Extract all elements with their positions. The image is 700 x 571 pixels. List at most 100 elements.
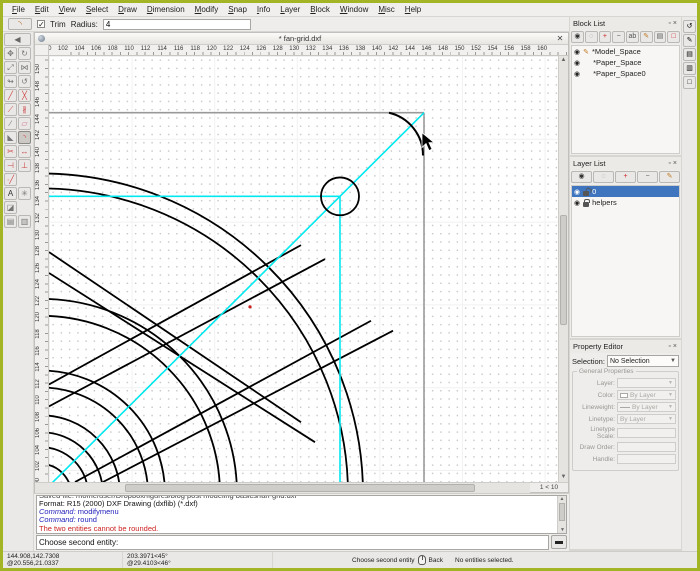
menu-block[interactable]: Block [305, 5, 335, 14]
add-block-icon[interactable]: + [599, 31, 612, 43]
tool-lengthen-icon[interactable]: ⟋ [4, 103, 17, 116]
block-name: *Model_Space [592, 47, 641, 56]
dock-toggle-edit-button[interactable]: ✎ [683, 34, 696, 47]
tool-move-rotate-icon[interactable]: ↬ [4, 75, 17, 88]
vruler-tick: 144 [35, 111, 41, 127]
menu-info[interactable]: Info [252, 5, 275, 14]
menu-snap[interactable]: Snap [223, 5, 252, 14]
layer-list-item[interactable]: ◉helpers [572, 197, 679, 208]
tool-edit-text-icon[interactable]: A [4, 187, 17, 200]
tool-rotate-icon[interactable]: ↻ [18, 47, 31, 60]
tool-scale-icon[interactable]: ⤢ [4, 61, 17, 74]
tool-bevel-icon[interactable]: ◣ [4, 131, 17, 144]
rename-block-icon[interactable]: ab [626, 31, 639, 43]
drawing-canvas[interactable] [49, 56, 558, 482]
remove-block-icon[interactable]: − [612, 31, 625, 43]
vertical-scrollbar[interactable]: ▲ ▼ [558, 56, 568, 482]
horizontal-scrollbar[interactable] [35, 483, 530, 493]
remove-layer-icon[interactable]: − [637, 171, 658, 183]
tool-offset-rect-icon[interactable]: ▱ [18, 117, 31, 130]
menu-help[interactable]: Help [400, 5, 426, 14]
eye-icon[interactable]: ◉ [574, 59, 580, 67]
hruler-tick: 116 [171, 46, 187, 52]
tool-mirror-icon[interactable]: ⋈ [18, 61, 31, 74]
tool-break-icon[interactable]: ∙╱ [4, 173, 17, 186]
tool-trim-icon[interactable]: ╱ [4, 89, 17, 102]
tool-explode-icon[interactable]: ✳ [18, 187, 31, 200]
edit-layer-icon[interactable]: ✎ [659, 171, 680, 183]
edit-block-icon[interactable]: ✎ [640, 31, 653, 43]
horizontal-scrollbar-thumb[interactable] [125, 484, 475, 492]
menu-window[interactable]: Window [335, 5, 373, 14]
menu-layer[interactable]: Layer [275, 5, 305, 14]
fillet-tool-button[interactable]: ◝ [8, 18, 32, 30]
tool-trim-amount-icon[interactable]: ∦ [18, 103, 31, 116]
keyboard-mode-button[interactable] [551, 535, 567, 549]
tool-order-bottom-icon[interactable]: ▥ [18, 215, 31, 228]
tool-order-top-icon[interactable]: ▤ [4, 215, 17, 228]
selection-combobox[interactable]: No Selection▼ [607, 355, 679, 367]
tool-offset-icon[interactable]: ∕ [4, 117, 17, 130]
tool-rotate-two-icon[interactable]: ↺ [18, 75, 31, 88]
close-panel-icon[interactable]: × [672, 160, 678, 167]
tool-stretch-icon[interactable]: ↔ [18, 145, 31, 158]
lock-icon[interactable] [583, 202, 589, 207]
tool-trim-two-icon[interactable]: ╳ [18, 89, 31, 102]
add-layer-icon[interactable]: + [615, 171, 636, 183]
close-panel-icon[interactable]: × [672, 343, 678, 350]
show-all-blocks-icon[interactable]: ◉ [571, 31, 584, 43]
property-value: By Layer [632, 404, 658, 411]
eye-icon[interactable]: ◉ [574, 48, 580, 56]
command-input[interactable] [36, 535, 549, 550]
block-list-item[interactable]: ◉*Paper_Space0 [572, 68, 679, 79]
command-history-scrollbar[interactable]: ▲▼ [557, 496, 566, 533]
unlock-icon[interactable] [583, 191, 589, 196]
menu-dimension[interactable]: Dimension [142, 5, 190, 14]
tool-shrink-icon[interactable]: ⊣ [4, 159, 17, 172]
eye-icon[interactable]: ◉ [574, 70, 580, 78]
hide-all-layers-icon[interactable]: ◌ [593, 171, 614, 183]
layer-list-item[interactable]: ◉0 [572, 186, 679, 197]
vruler-tick: 132 [35, 210, 41, 226]
menu-misc[interactable]: Misc [373, 5, 399, 14]
close-panel-icon[interactable]: × [672, 20, 678, 27]
tool-move-copy-icon[interactable]: ✥ [4, 47, 17, 60]
menu-draw[interactable]: Draw [113, 5, 142, 14]
vertical-scrollbar-thumb[interactable] [560, 215, 567, 325]
property-row: Color:By Layer▼ [575, 390, 676, 400]
trim-checkbox[interactable]: ✓ [37, 20, 45, 28]
hide-all-blocks-icon[interactable]: ◌ [585, 31, 598, 43]
menu-select[interactable]: Select [81, 5, 113, 14]
block-list-panel: Block List ▫ × ◉◌+−ab✎▤□ ◉✎*Model_Space◉… [570, 17, 681, 157]
block-list-item[interactable]: ◉*Paper_Space [572, 57, 679, 68]
tool-back-icon[interactable]: ◀ [4, 33, 31, 46]
tool-expand-icon[interactable]: ⊥ [18, 159, 31, 172]
block-list-item[interactable]: ◉✎*Model_Space [572, 46, 679, 57]
property-label: Linetype Scale: [575, 426, 615, 440]
tool-delete-icon[interactable]: ◪ [4, 201, 17, 214]
dock-toggle-block-list-button[interactable]: ▤ [683, 48, 696, 61]
tool-fillet-round-icon[interactable]: ◝ [18, 131, 31, 144]
menu-file[interactable]: File [7, 5, 30, 14]
menu-view[interactable]: View [54, 5, 81, 14]
save-block-icon[interactable]: ▤ [654, 31, 667, 43]
menu-modify[interactable]: Modify [190, 5, 224, 14]
radius-input[interactable] [103, 19, 251, 30]
eye-icon[interactable]: ◉ [574, 199, 580, 207]
dock-toggle-refresh-button[interactable]: ↺ [683, 20, 696, 33]
vruler-tick: 136 [35, 177, 41, 193]
show-all-layers-icon[interactable]: ◉ [571, 171, 592, 183]
eye-icon[interactable]: ◉ [574, 188, 580, 196]
drawing-window-titlebar[interactable]: * fan-grid.dxf ✕ [35, 33, 568, 45]
hruler-tick: 102 [55, 46, 71, 52]
menu-edit[interactable]: Edit [30, 5, 54, 14]
close-icon[interactable]: ✕ [555, 34, 565, 43]
tool-divide-icon[interactable]: ✂ [4, 145, 17, 158]
vertical-ruler: 1501481461441421401381361341321301281261… [35, 56, 49, 482]
delete-block-icon[interactable]: □ [667, 31, 680, 43]
color-swatch-icon [620, 393, 628, 398]
dock-toggle-layer-list-button[interactable]: ▥ [683, 62, 696, 75]
vruler-tick: 146 [35, 94, 41, 110]
hruler-tick: 122 [220, 46, 236, 52]
dock-toggle-library-button[interactable]: □ [683, 76, 696, 89]
